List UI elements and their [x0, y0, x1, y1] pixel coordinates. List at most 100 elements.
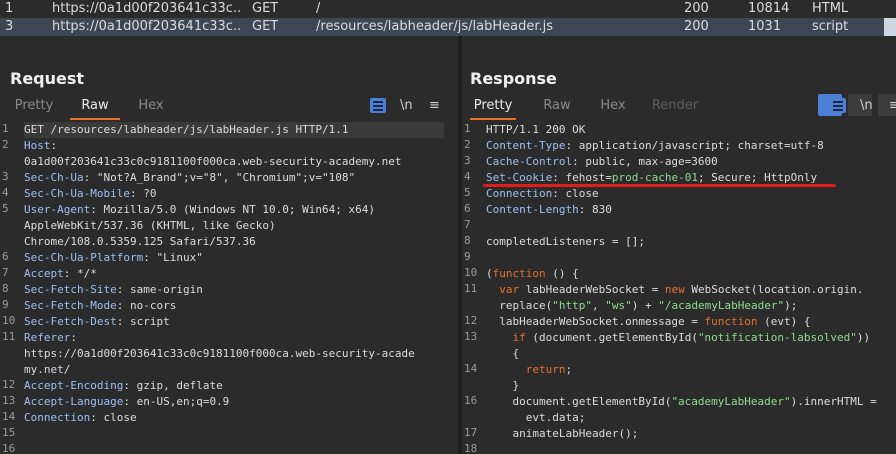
code-line: Accept-Language: en-US,en;q=0.9: [24, 395, 230, 408]
line-text: return;: [525, 363, 573, 376]
line-number: 2: [2, 138, 9, 151]
row-status: 200: [684, 1, 709, 16]
code-line: Sec-Ch-Ua-Platform: "Linux": [24, 251, 203, 264]
line-number: 15: [2, 426, 16, 439]
newline-toggle[interactable]: \n: [400, 98, 413, 114]
row-method: GET: [252, 1, 279, 16]
header-value: close: [565, 187, 599, 200]
code-line: Cache-Control: public, max-age=3600: [486, 155, 718, 168]
code-line: return;: [486, 362, 572, 378]
header-value: gzip, deflate: [136, 379, 223, 392]
line-number: 14: [464, 362, 478, 375]
code-line: Content-Length: 830: [486, 203, 612, 216]
tab-raw[interactable]: Raw: [534, 94, 580, 118]
tab-pretty[interactable]: Pretty: [8, 94, 60, 118]
line-number: 6: [2, 250, 9, 263]
header-name: Sec-Ch-Ua-Mobile: [24, 187, 130, 200]
tab-hex[interactable]: Hex: [128, 94, 174, 118]
code-line: animateLabHeader();: [486, 426, 638, 442]
line-text: document.getElementById("academyLabHeade…: [486, 395, 877, 408]
line-number: 16: [2, 442, 16, 454]
request-title: Request: [10, 69, 85, 88]
history-row-selected[interactable]: 3 https://0a1d00f203641c33c... GET /reso…: [0, 18, 896, 36]
line-number: 11: [2, 330, 16, 343]
code-line: var labHeaderWebSocket = new WebSocket(l…: [486, 282, 863, 298]
line-text: GET /resources/labheader/js/labHeader.js…: [24, 123, 349, 136]
row-method: GET: [252, 19, 279, 34]
request-panel: Request Pretty Raw Hex \n ≡ 1 GET /resour…: [0, 36, 458, 454]
row-mime: HTML: [812, 1, 849, 16]
line-number: 18: [464, 442, 478, 454]
code-line: Connection: close: [486, 187, 599, 200]
header-value: "Not?A_Brand";v="8", "Chromium";v="108": [96, 171, 356, 184]
request-editor[interactable]: 1 GET /resources/labheader/js/labHeader.j…: [0, 122, 458, 454]
menu-icon[interactable]: ≡: [429, 98, 440, 114]
line-number: 4: [464, 170, 471, 183]
tab-pretty[interactable]: Pretty: [470, 94, 516, 120]
header-value: 830: [591, 203, 612, 216]
header-value: */*: [77, 267, 97, 280]
history-scrollbar[interactable]: [884, 18, 896, 36]
line-number: 5: [464, 186, 471, 199]
row-url: https://0a1d00f203641c33c...: [52, 19, 242, 34]
line-number: 2: [464, 138, 471, 151]
row-length: 10814: [748, 1, 790, 16]
line-number: 13: [2, 394, 16, 407]
code-line: if (document.getElementById("notificatio…: [486, 330, 871, 346]
line-number: 3: [2, 170, 9, 183]
word-wrap-icon[interactable]: [370, 98, 386, 113]
row-path: /resources/labheader/js/labHeader.js: [316, 19, 554, 34]
response-title: Response: [470, 69, 557, 88]
code-line: Accept: */*: [24, 267, 97, 280]
code-line: Referer:: [24, 331, 84, 344]
line-number: 13: [464, 330, 478, 343]
code-line: HTTP/1.1 200 OK: [486, 122, 585, 138]
tab-hex[interactable]: Hex: [592, 94, 634, 118]
header-name: Set-Cookie: [486, 171, 553, 184]
code-line: GET /resources/labheader/js/labHeader.js…: [24, 122, 444, 138]
line-text: my.net/: [24, 363, 71, 376]
word-wrap-icon[interactable]: [830, 98, 846, 113]
line-text: evt.data;: [486, 411, 586, 424]
header-name: Sec-Ch-Ua: [24, 171, 84, 184]
tab-render[interactable]: Render: [646, 94, 704, 118]
code-line: User-Agent: Mozilla/5.0 (Windows NT 10.0…: [24, 203, 376, 216]
red-underline-annotation: [483, 184, 836, 187]
line-number: 5: [2, 202, 9, 215]
request-tabs: Pretty Raw Hex: [0, 94, 458, 120]
http-history-table: 1 https://0a1d00f203641c33c... GET / 200…: [0, 0, 896, 36]
line-number: 10: [464, 266, 478, 279]
header-name: Accept-Language: [24, 395, 124, 408]
header-name: Sec-Fetch-Dest: [24, 315, 117, 328]
code-line: (function () {: [486, 266, 579, 282]
header-name: Cache-Control: [486, 155, 573, 168]
line-number: 1: [2, 122, 9, 135]
header-name: Connection: [486, 187, 553, 200]
header-name: Content-Type: [486, 139, 566, 152]
line-number: 6: [464, 202, 471, 215]
header-value: public, max-age=3600: [585, 155, 718, 168]
code-line: Chrome/108.0.5359.125 Safari/537.36: [24, 234, 256, 250]
history-row[interactable]: 1 https://0a1d00f203641c33c... GET / 200…: [0, 0, 896, 18]
code-line: Sec-Ch-Ua-Mobile: ?0: [24, 187, 157, 200]
newline-toggle[interactable]: \n: [860, 98, 873, 114]
tab-raw[interactable]: Raw: [70, 94, 120, 120]
line-number: 8: [464, 234, 471, 247]
menu-icon[interactable]: ≡: [889, 98, 896, 114]
response-editor[interactable]: 1 HTTP/1.1 200 OK 2 Content-Type: applicati…: [462, 122, 896, 454]
line-text: 0a1d00f203641c33c0c9181100f000ca.web-sec…: [24, 155, 402, 168]
header-value: ?0: [143, 187, 157, 200]
code-line: Connection: close: [24, 411, 137, 424]
row-path: /: [316, 1, 321, 16]
header-name: Accept-Encoding: [24, 379, 124, 392]
code-line: evt.data;: [486, 410, 586, 426]
header-value: en-US,en;q=0.9: [136, 395, 230, 408]
line-text: Chrome/108.0.5359.125 Safari/537.36: [24, 235, 256, 248]
code-line: my.net/: [24, 362, 70, 378]
row-mime: script: [812, 19, 849, 34]
code-line: {: [486, 346, 519, 362]
code-line: Sec-Fetch-Mode: no-cors: [24, 299, 177, 312]
header-value: script: [129, 315, 170, 328]
line-text: HTTP/1.1 200 OK: [486, 123, 586, 136]
line-number: 17: [464, 426, 478, 439]
